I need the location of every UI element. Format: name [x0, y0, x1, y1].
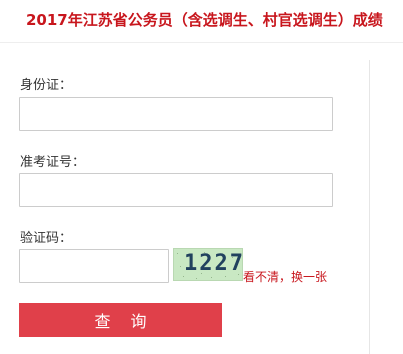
title-divider	[0, 42, 403, 43]
id-number-input[interactable]	[19, 97, 333, 131]
id-number-label: 身份证：	[20, 78, 73, 93]
exam-number-label: 准考证号：	[20, 155, 86, 170]
captcha-image[interactable]: 1227	[173, 248, 243, 281]
captcha-label: 验证码：	[20, 231, 73, 246]
query-button[interactable]: 查询	[19, 303, 222, 337]
vertical-divider	[369, 60, 370, 354]
page-title: 2017年江苏省公务员（含选调生、村官选调生）成绩	[26, 11, 383, 29]
refresh-captcha-link[interactable]: 看不清，换一张	[243, 268, 327, 285]
exam-number-input[interactable]	[19, 173, 333, 207]
captcha-code-text: 1227	[184, 251, 243, 276]
captcha-input[interactable]	[19, 249, 169, 283]
